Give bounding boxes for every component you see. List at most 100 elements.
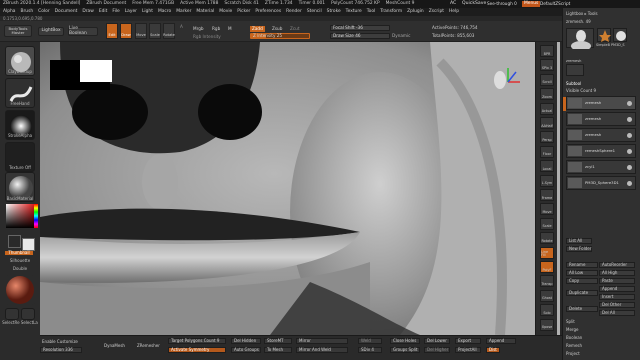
polymesh-thumbnail[interactable] xyxy=(597,28,611,42)
del-all-button[interactable]: Del All xyxy=(599,310,635,316)
menu-item-file[interactable]: File xyxy=(112,9,119,14)
weld-button[interactable]: Weld xyxy=(358,338,382,344)
m-button[interactable]: M xyxy=(228,26,232,31)
rightshelf-scale-button[interactable]: Scale xyxy=(540,217,554,230)
remesh-section[interactable]: Remesh xyxy=(566,344,582,348)
subtool-row[interactable]: zremesh xyxy=(563,96,636,111)
dynamesh-button[interactable]: DynaMesh xyxy=(102,343,128,349)
rightshelf-zoom-button[interactable]: Zoom xyxy=(540,88,554,101)
close-holes-button[interactable]: Close Holes xyxy=(390,338,420,344)
rightshelf-xpose-button[interactable]: Xpose xyxy=(540,318,554,331)
menu-item-preferences[interactable]: Preferences xyxy=(255,9,281,14)
quicksave-button[interactable]: QuickSave xyxy=(462,1,486,7)
to-mesh-button[interactable]: To Mesh xyxy=(264,347,292,353)
simplebrush-thumbnail[interactable] xyxy=(613,28,627,42)
double-toggle[interactable]: Double xyxy=(0,267,40,271)
eye-icon[interactable] xyxy=(627,181,632,186)
menu-item-material[interactable]: Material xyxy=(196,9,214,14)
menu-item-stroke[interactable]: Stroke xyxy=(327,9,341,14)
rightshelf-solo-button[interactable]: Solo xyxy=(540,304,554,317)
rightshelf-persp-button[interactable]: Persp xyxy=(540,131,554,144)
ac-button[interactable]: AC xyxy=(450,1,456,7)
menu-item-draw[interactable]: Draw xyxy=(82,9,93,14)
selectlasso-icon[interactable] xyxy=(21,308,35,320)
eye-icon[interactable] xyxy=(627,101,632,106)
rotate-button[interactable]: Rotate xyxy=(163,23,175,39)
del-hidden-button[interactable]: Del Hidden xyxy=(231,338,261,344)
menu-item-help[interactable]: Help xyxy=(449,9,459,14)
project-section[interactable]: Project xyxy=(566,352,580,356)
rightshelf-ghost-button[interactable]: Ghost xyxy=(540,289,554,302)
menu-item-transform[interactable]: Transform xyxy=(380,9,402,14)
current-tool-thumbnail[interactable] xyxy=(566,28,594,51)
primary-color-swatch[interactable] xyxy=(8,235,21,248)
auto-groups-button[interactable]: Auto Groups xyxy=(231,347,261,353)
menu-item-render[interactable]: Render xyxy=(286,9,302,14)
shading-ball-thumbnail[interactable] xyxy=(5,275,35,305)
del-higher-button[interactable]: Del Higher xyxy=(424,347,450,353)
duplicate-button[interactable]: Duplicate xyxy=(566,290,598,296)
draw-button[interactable]: Draw xyxy=(120,23,132,39)
rightshelf-local-button[interactable]: Local xyxy=(540,160,554,173)
append-bottom-button[interactable]: Append xyxy=(486,338,516,344)
store-mt-button[interactable]: StoreMT xyxy=(264,338,292,344)
menu-item-zplugin[interactable]: Zplugin xyxy=(407,9,424,14)
move-button[interactable]: Move xyxy=(135,23,147,39)
rgb-button[interactable]: Rgb xyxy=(212,26,220,31)
rightshelf-polyf-button[interactable]: PolyF xyxy=(540,261,554,273)
rightshelf-line-fill-button[interactable]: Line Fill xyxy=(540,246,554,259)
default-zscript-button[interactable]: DefaultZScript xyxy=(540,1,570,6)
dist-slider[interactable]: Dist xyxy=(486,347,500,353)
list-all-button[interactable]: List All xyxy=(566,238,592,244)
rightshelf-scroll-button[interactable]: Scroll xyxy=(540,73,554,86)
canvas-viewport[interactable] xyxy=(40,42,560,335)
groups-split-button[interactable]: Groups Split xyxy=(390,347,420,353)
menu-item-texture[interactable]: Texture xyxy=(346,9,362,14)
menu-item-document[interactable]: Document xyxy=(55,9,78,14)
boolean-section[interactable]: Boolean xyxy=(566,336,582,340)
rightshelf-actual-button[interactable]: Actual xyxy=(540,102,554,115)
activate-symmetry-button[interactable]: Activate Symmetry xyxy=(168,347,226,353)
menu-item-stencil[interactable]: Stencil xyxy=(307,9,322,14)
merge-section[interactable]: Merge xyxy=(566,328,579,332)
all-low-button[interactable]: All Low xyxy=(566,270,598,276)
menu-item-layer[interactable]: Layer xyxy=(125,9,137,14)
rgb-intensity-slider[interactable]: Rgb Intensity xyxy=(193,34,221,39)
del-lower-button[interactable]: Del Lower xyxy=(424,338,450,344)
navigation-gizmo-icon[interactable] xyxy=(488,62,528,102)
subtool-row[interactable]: PM3D_Sphere3D1 xyxy=(566,176,636,190)
rightshelf-floor-button[interactable]: Floor xyxy=(540,145,554,158)
rightshelf-aahalf-button[interactable]: AAHalf xyxy=(540,117,554,129)
silhouette-toggle[interactable]: Silhouette xyxy=(0,259,40,263)
zcut-button[interactable]: Zcut xyxy=(290,26,299,31)
enable-customize-button[interactable]: Enable Customize xyxy=(40,339,82,345)
sdiv-slider[interactable]: SDiv 4 xyxy=(358,347,382,353)
mirror-button[interactable]: Mirror xyxy=(296,338,348,344)
eye-icon[interactable] xyxy=(627,149,632,154)
autoreorder-button[interactable]: AutoReorder xyxy=(599,262,635,268)
z-intensity-slider[interactable]: Z Intensity 25 xyxy=(250,33,310,39)
zadd-button[interactable]: Zadd xyxy=(250,26,265,33)
del-other-button[interactable]: Del Other xyxy=(599,302,635,308)
rename-button[interactable]: Rename xyxy=(566,262,598,268)
color-picker[interactable] xyxy=(6,204,34,228)
rightshelf-frame-button[interactable]: Frame xyxy=(540,189,554,201)
subtool-header[interactable]: Subtool xyxy=(566,82,581,86)
insert-button[interactable]: Insert xyxy=(599,294,635,300)
projection-master-button[interactable]: BodyTools Master xyxy=(4,25,32,37)
thumbnail-toggle[interactable]: Thumbnail xyxy=(5,251,33,255)
menu-item-alpha[interactable]: Alpha xyxy=(3,9,15,14)
target-polygons-slider[interactable]: Target Polygons Count 9 xyxy=(168,338,226,344)
resolution-slider[interactable]: Resolution 336 xyxy=(40,347,82,353)
subtool-row[interactable]: zremesh xyxy=(566,128,636,142)
mirror-weld-button[interactable]: Mirror And Weld xyxy=(296,347,348,353)
menu-item-light[interactable]: Light xyxy=(142,9,153,14)
menu-item-color[interactable]: Color xyxy=(38,9,49,14)
copy-button[interactable]: Copy xyxy=(566,278,598,284)
append-button[interactable]: Append xyxy=(599,286,635,292)
export-button[interactable]: Export xyxy=(455,338,481,344)
selectrect-icon[interactable] xyxy=(5,308,19,320)
zsub-button[interactable]: Zsub xyxy=(272,26,282,31)
dynamic-toggle[interactable]: Dynamic xyxy=(392,33,410,38)
edit-button[interactable]: Edit xyxy=(106,23,118,39)
